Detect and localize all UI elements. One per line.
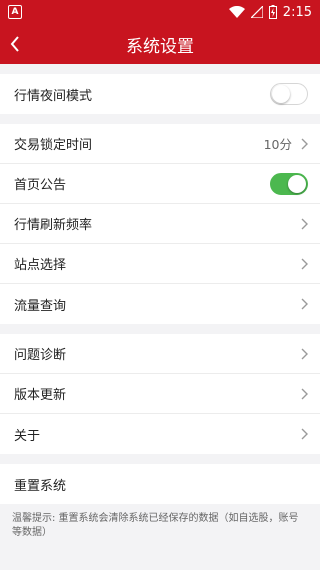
row-label: 问题诊断 [14,348,67,363]
toggle-knob [288,174,306,193]
settings-group-about: 问题诊断 版本更新 关于 [0,334,320,454]
row-label: 首页公告 [14,178,67,193]
row-home-announcement[interactable]: 首页公告 [0,164,320,204]
night-mode-toggle[interactable] [270,83,308,105]
row-value: 10分 [263,137,292,152]
status-bar: A 2:15 [0,0,320,24]
chevron-right-icon [301,138,308,149]
battery-charging-icon [268,5,277,19]
row-label: 行情夜间模式 [14,88,93,104]
toggle-knob [272,85,290,103]
reset-tip-text: 温馨提示: 重置系统会清除系统已经保存的数据（如自选股，账号等数据） [12,513,299,538]
row-label: 关于 [14,428,41,444]
settings-group-display: 行情夜间模式 [0,74,320,114]
page-title: 系统设置 [126,36,194,57]
row-label: 交易锁定时间 [14,138,93,153]
chevron-right-icon [301,388,308,399]
row-about[interactable]: 关于 [0,414,320,454]
back-button[interactable] [10,24,40,64]
row-label: 流量查询 [14,298,67,314]
row-label: 版本更新 [14,388,67,403]
row-diagnosis[interactable]: 问题诊断 [0,334,320,374]
settings-group-general: 交易锁定时间 10分 首页公告 行情刷新频率 站点选择 流量查询 [0,124,320,324]
status-time: 2:15 [282,4,312,20]
row-night-mode[interactable]: 行情夜间模式 [0,74,320,114]
row-trade-lock-time[interactable]: 交易锁定时间 10分 [0,124,320,164]
app-notification-icon: A [8,5,22,19]
app-header: 系统设置 [0,24,320,64]
chevron-right-icon [301,258,308,269]
chevron-left-icon [10,36,19,52]
chevron-right-icon [301,348,308,359]
row-label: 站点选择 [14,258,67,273]
row-site-selection[interactable]: 站点选择 [0,244,320,284]
row-traffic-query[interactable]: 流量查询 [0,284,320,324]
wifi-icon [228,6,245,18]
row-version-update[interactable]: 版本更新 [0,374,320,414]
chevron-right-icon [301,428,308,440]
row-label: 重置系统 [14,478,67,494]
row-reset-system[interactable]: 重置系统 [0,464,320,504]
signal-icon [250,6,263,18]
chevron-right-icon [301,218,308,229]
chevron-right-icon [301,298,308,310]
home-announcement-toggle[interactable] [270,172,308,195]
settings-group-reset: 重置系统 [0,464,320,504]
row-quote-refresh-rate[interactable]: 行情刷新频率 [0,204,320,244]
row-label: 行情刷新频率 [14,218,93,233]
